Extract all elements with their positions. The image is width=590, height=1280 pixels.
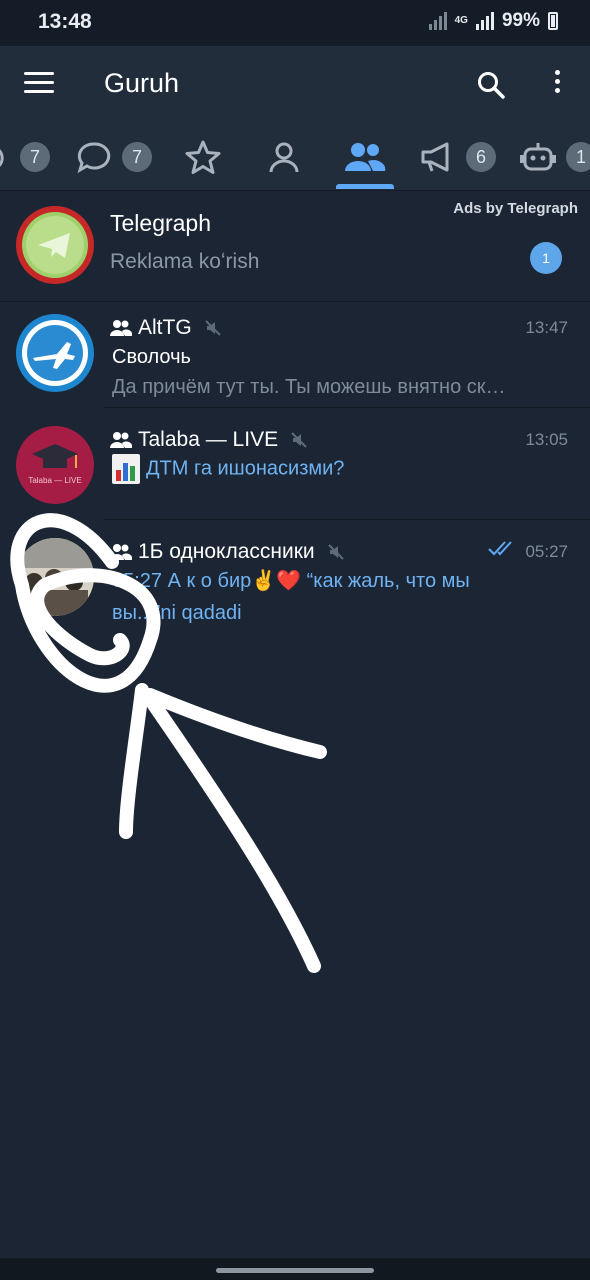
chat-name-text: 1Б одноклассники — [138, 540, 315, 563]
group-icon — [345, 143, 386, 171]
tab-badge: 7 — [122, 142, 152, 172]
chat-row[interactable]: 1Б одноклассники 05:27 05:27 А к о бир✌️… — [0, 520, 590, 632]
chat-time: 13:47 — [525, 318, 568, 337]
message-preview: ДТМ га ишонасизми? — [112, 454, 344, 484]
battery-percent: 99% — [501, 10, 540, 31]
app-bar: Guruh — [0, 46, 590, 124]
tab-favorites[interactable] — [184, 124, 222, 190]
avatar — [16, 206, 94, 284]
message-preview: Да причём тут ты. Ты можешь внятно ск… — [112, 376, 506, 398]
tab-all-chats[interactable]: 7 — [0, 124, 50, 190]
chat-name: Talaba — LIVE — [110, 428, 308, 452]
tab-badge: 1 — [566, 142, 590, 172]
avatar: Talaba — LIVE — [16, 426, 94, 504]
tab-contacts[interactable] — [268, 124, 300, 190]
chat-bubble-icon — [77, 142, 111, 174]
chat-name: 1Б одноклассники — [110, 540, 345, 564]
mute-icon — [291, 432, 307, 448]
chat-name-text: Talaba — LIVE — [138, 428, 279, 451]
star-icon — [185, 140, 221, 174]
message-preview-2: вы...”ni qadadi — [112, 602, 242, 624]
tab-groups[interactable] — [344, 124, 386, 190]
poll-icon — [112, 454, 140, 484]
network-type: 4G — [454, 15, 468, 26]
chat-row[interactable]: AltTG 13:47 Сволочь Да причём тут ты. Ты… — [0, 296, 590, 408]
avatar — [16, 538, 94, 616]
status-bar: 13:48 4G 99% — [0, 0, 590, 46]
status-indicators: 4G 99% — [428, 10, 558, 32]
message-preview-text: ДТМ га ишонасизми? — [146, 457, 345, 480]
group-icon — [110, 320, 132, 336]
ad-row[interactable]: Telegraph Ads by Telegraph Reklama koʻri… — [0, 190, 590, 302]
ad-subtitle: Reklama koʻrish — [110, 250, 260, 273]
battery-icon — [548, 12, 558, 30]
signal-icon-2 — [475, 12, 494, 30]
chat-row[interactable]: Talaba — LIVE Talaba — LIVE 13:05 ДТМ га… — [0, 408, 590, 520]
double-check-icon — [488, 541, 512, 556]
chat-name-text: AltTG — [138, 316, 192, 339]
mute-icon — [204, 320, 221, 336]
message-preview: 05:27 А к о бир✌️❤️ “как жаль, что мы — [112, 570, 470, 592]
tab-badge: 6 — [466, 142, 496, 172]
menu-icon[interactable] — [24, 72, 54, 96]
chat-time: 13:05 — [525, 430, 568, 449]
mute-icon — [327, 544, 344, 560]
unread-badge: 1 — [530, 242, 562, 274]
chat-time: 05:27 — [525, 542, 568, 561]
signal-icon — [428, 12, 447, 30]
more-vert-icon[interactable] — [548, 70, 566, 100]
avatar-text: Talaba — LIVE — [28, 476, 82, 485]
search-icon[interactable] — [476, 70, 506, 100]
folder-tabs: 7 7 6 1 — [0, 124, 590, 191]
home-handle[interactable] — [216, 1268, 374, 1273]
chat-name: AltTG — [110, 316, 222, 340]
ad-label: Ads by Telegraph — [453, 200, 578, 217]
person-icon — [269, 142, 299, 173]
tab-bots[interactable]: 1 — [520, 124, 590, 190]
system-nav-bar — [0, 1258, 590, 1280]
chat-icon — [0, 149, 4, 167]
tab-channels[interactable]: 6 — [420, 124, 496, 190]
megaphone-icon — [421, 142, 449, 172]
tab-unread[interactable]: 7 — [76, 124, 152, 190]
page-title: Guruh — [104, 68, 180, 98]
group-icon — [110, 432, 132, 448]
bot-icon — [520, 143, 556, 171]
tab-badge: 7 — [20, 142, 50, 172]
sender-name: Сволочь — [112, 346, 191, 368]
group-icon — [110, 544, 132, 560]
status-time: 13:48 — [38, 10, 92, 33]
ad-title: Telegraph — [110, 210, 212, 236]
active-tab-indicator — [336, 184, 394, 189]
avatar — [16, 314, 94, 392]
